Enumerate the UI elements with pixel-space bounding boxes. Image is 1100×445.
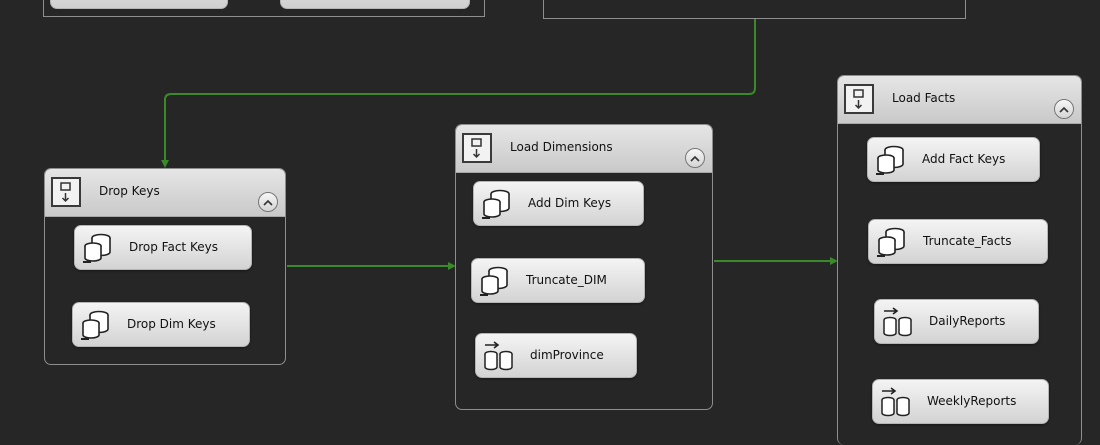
task-drop-dim-keys[interactable]: Drop Dim Keys [72,302,250,347]
task-label: Truncate_Facts [923,234,1012,248]
partial-task-left-1[interactable] [50,0,228,9]
data-flow-task-icon [883,307,912,337]
task-label: Add Fact Keys [922,152,1006,166]
container-title: Load Dimensions [510,140,613,154]
data-flow-task-icon [484,341,513,371]
task-label: Add Dim Keys [528,196,612,210]
sql-task-icon [877,227,905,257]
sql-task-icon [482,189,510,219]
collapse-button[interactable] [685,148,705,168]
collapse-button[interactable] [258,192,278,212]
chevron-up-icon [263,199,273,206]
sequence-container-icon [462,133,492,163]
task-drop-fact-keys[interactable]: Drop Fact Keys [74,225,252,270]
task-label: Drop Fact Keys [129,240,218,254]
collapse-button[interactable] [1054,99,1074,119]
task-truncate-facts[interactable]: Truncate_Facts [868,219,1048,264]
partial-container-right[interactable] [543,0,966,19]
sequence-container-icon [51,177,81,207]
task-label: dimProvince [530,348,604,362]
chevron-up-icon [1059,106,1069,113]
sql-task-icon [480,266,508,296]
container-header[interactable]: Load Facts [838,76,1081,124]
container-header[interactable]: Drop Keys [45,169,285,217]
task-add-dim-keys[interactable]: Add Dim Keys [473,181,644,226]
task-label: Truncate_DIM [526,273,607,287]
sql-task-icon [876,145,904,175]
container-load-dimensions[interactable]: Load Dimensions Add Dim Keys Truncate_DI… [455,124,713,410]
task-label: WeeklyReports [927,394,1017,408]
container-load-facts[interactable]: Load Facts Add Fact Keys Truncate_Facts … [837,75,1082,445]
container-title: Load Facts [892,91,956,105]
task-weekly-reports[interactable]: WeeklyReports [872,379,1049,424]
sql-task-icon [81,310,109,340]
container-title: Drop Keys [99,184,160,198]
chevron-up-icon [690,155,700,162]
task-label: DailyReports [929,314,1006,328]
data-flow-task-icon [881,387,910,417]
task-daily-reports[interactable]: DailyReports [874,299,1039,344]
container-drop-keys[interactable]: Drop Keys Drop Fact Keys Drop Dim Keys [44,168,286,365]
partial-task-left-2[interactable] [280,0,470,9]
task-label: Drop Dim Keys [127,317,216,331]
task-dimprovince[interactable]: dimProvince [475,333,637,378]
container-header[interactable]: Load Dimensions [456,125,712,173]
sql-task-icon [83,233,111,263]
design-canvas[interactable]: Drop Keys Drop Fact Keys Drop Dim Keys L… [0,0,1100,445]
sequence-container-icon [844,84,874,114]
partial-container-left[interactable] [43,0,485,17]
task-add-fact-keys[interactable]: Add Fact Keys [867,137,1040,182]
task-truncate-dim[interactable]: Truncate_DIM [471,258,645,303]
